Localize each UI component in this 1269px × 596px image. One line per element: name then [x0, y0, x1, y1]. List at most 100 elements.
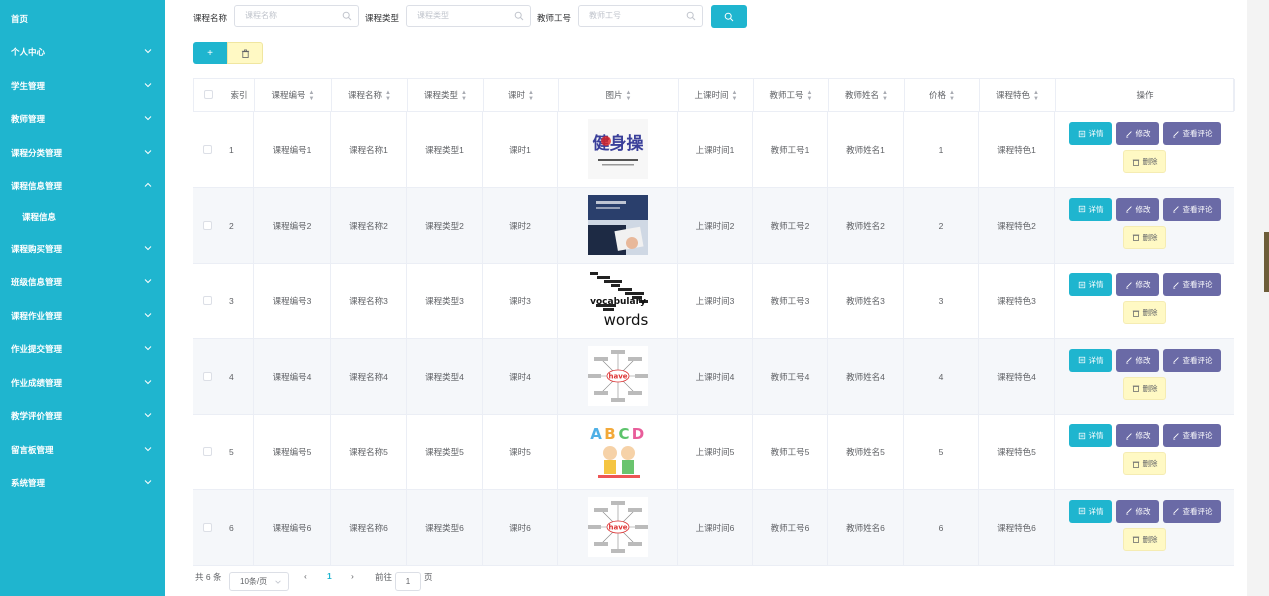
sort-icon[interactable]: ▲ ▼	[385, 90, 391, 102]
detail-button[interactable]: 详情	[1069, 424, 1112, 447]
detail-button-label: 详情	[1088, 204, 1104, 214]
sidebar-item[interactable]: 课程分类管理	[0, 136, 165, 169]
scrollbar[interactable]	[1247, 0, 1269, 596]
cell-code: 课程编号5	[254, 414, 331, 490]
column-header[interactable]: 上课时间 ▲ ▼	[679, 79, 754, 111]
column-header[interactable]: 课程编号 ▲ ▼	[255, 79, 332, 111]
view-comments-button-label: 查看评论	[1182, 355, 1213, 365]
course-type-label: 课程类型	[365, 13, 400, 23]
chevron-down-icon	[144, 312, 152, 317]
sidebar-item[interactable]: 教学评价管理	[0, 399, 165, 432]
cell-text: 3	[229, 296, 234, 306]
detail-button[interactable]: 详情	[1069, 348, 1112, 372]
edit-button[interactable]: 修改	[1116, 499, 1159, 523]
view-comments-button[interactable]: 查看评论	[1163, 348, 1221, 372]
detail-button-label: 详情	[1088, 129, 1104, 138]
detail-button[interactable]: 详情	[1069, 197, 1112, 221]
delete-button[interactable]: 删除	[1123, 150, 1166, 173]
detail-button[interactable]: 详情	[1069, 499, 1112, 523]
view-comments-button[interactable]: 查看评论	[1163, 499, 1221, 523]
edit-button-label: 修改	[1135, 129, 1151, 138]
column-header[interactable]: 课程名称 ▲ ▼	[332, 79, 408, 111]
course-image: have	[588, 345, 648, 406]
column-header[interactable]: 课程类型 ▲ ▼	[408, 79, 484, 111]
delete-button[interactable]: 删除	[1123, 376, 1166, 400]
mindmap-thumbnail: have	[588, 496, 648, 557]
sidebar-item[interactable]: 课程购买管理	[0, 232, 165, 265]
sidebar-item-label: 首页	[11, 13, 29, 24]
cell-type: 课程类型5	[407, 414, 483, 490]
sort-icon[interactable]: ▲ ▼	[309, 90, 315, 102]
goto-page-input[interactable]: 1	[395, 572, 421, 591]
cell-text: 课程类型2	[425, 220, 464, 231]
add-button[interactable]: +	[193, 42, 227, 64]
edit-button[interactable]: 修改	[1116, 122, 1159, 145]
sidebar-item[interactable]: 课程信息	[0, 200, 165, 233]
view-comments-button-label: 查看评论	[1182, 204, 1213, 214]
view-comments-button[interactable]: 查看评论	[1163, 424, 1221, 447]
sort-icon[interactable]: ▲ ▼	[882, 90, 888, 102]
scrollbar-thumb[interactable]	[1264, 232, 1269, 292]
sidebar-item[interactable]: 留言板管理	[0, 433, 165, 466]
sort-icon[interactable]: ▲ ▼	[626, 90, 632, 102]
delete-button[interactable]: 删除	[1123, 452, 1166, 475]
search-button[interactable]	[711, 5, 747, 28]
row-checkbox[interactable]	[203, 447, 212, 456]
sidebar-item[interactable]: 个人中心	[0, 35, 165, 68]
sidebar-item[interactable]: 班级信息管理	[0, 265, 165, 298]
column-header[interactable]: 课时 ▲ ▼	[484, 79, 559, 111]
sidebar-item[interactable]: 学生管理	[0, 69, 165, 102]
sidebar-item[interactable]: 系统管理	[0, 466, 165, 499]
page-size-select[interactable]: 10条/页	[229, 572, 289, 591]
teacher-no-input[interactable]: 教师工号	[578, 5, 703, 27]
cell-teacher-no: 教师工号4	[753, 338, 828, 415]
cell-hours: 课时2	[483, 187, 558, 264]
vocabulary-words-thumbnail: vocabulary words	[588, 270, 648, 330]
delete-button[interactable]: 删除	[1123, 225, 1166, 249]
row-checkbox[interactable]	[203, 220, 212, 230]
trash-icon	[1132, 233, 1140, 241]
row-checkbox[interactable]	[203, 371, 212, 381]
delete-button[interactable]: 删除	[1123, 301, 1166, 324]
view-comments-button[interactable]: 查看评论	[1163, 122, 1221, 145]
sidebar-item[interactable]: 首页	[0, 2, 165, 35]
sort-icon[interactable]: ▲ ▼	[807, 90, 813, 102]
edit-button[interactable]: 修改	[1116, 424, 1159, 447]
sidebar-item[interactable]: 作业成绩管理	[0, 366, 165, 399]
row-checkbox[interactable]	[203, 522, 212, 532]
view-comments-button[interactable]: 查看评论	[1163, 197, 1221, 221]
column-header[interactable]: 课程特色 ▲ ▼	[980, 79, 1056, 111]
sidebar-item[interactable]: 作业提交管理	[0, 332, 165, 365]
course-type-input[interactable]: 课程类型	[406, 5, 531, 27]
sort-icon[interactable]: ▲ ▼	[949, 90, 955, 102]
next-page-button[interactable]: ›	[351, 571, 354, 581]
batch-delete-button[interactable]	[227, 42, 263, 64]
sidebar-item[interactable]: 课程作业管理	[0, 299, 165, 332]
select-all-checkbox[interactable]	[204, 90, 213, 99]
column-header[interactable]: 价格 ▲ ▼	[905, 79, 980, 111]
page-number-current[interactable]: 1	[327, 571, 332, 581]
column-header[interactable]: 图片 ▲ ▼	[559, 79, 679, 111]
detail-button[interactable]: 详情	[1069, 122, 1112, 145]
row-checkbox[interactable]	[203, 145, 212, 154]
course-name-input[interactable]: 课程名称	[234, 5, 359, 27]
cell-name: 课程名称3	[331, 263, 407, 339]
delete-button[interactable]: 删除	[1123, 527, 1166, 551]
detail-button[interactable]: 详情	[1069, 273, 1112, 296]
column-header[interactable]: 教师姓名 ▲ ▼	[829, 79, 905, 111]
column-header[interactable]: 教师工号 ▲ ▼	[754, 79, 829, 111]
edit-button[interactable]: 修改	[1116, 197, 1159, 221]
row-checkbox[interactable]	[203, 296, 212, 305]
goto-page-value: 1	[405, 577, 411, 586]
edit-button[interactable]: 修改	[1116, 273, 1159, 296]
sort-icon[interactable]: ▲ ▼	[461, 90, 467, 102]
prev-page-button[interactable]: ‹	[304, 571, 307, 581]
sort-icon[interactable]: ▲ ▼	[1033, 90, 1039, 102]
sort-icon[interactable]: ▲ ▼	[732, 90, 738, 102]
cell-text: 上课时间5	[695, 447, 735, 457]
edit-button[interactable]: 修改	[1116, 348, 1159, 372]
sidebar-item[interactable]: 教师管理	[0, 102, 165, 135]
sidebar-item[interactable]: 课程信息管理	[0, 169, 165, 202]
sort-icon[interactable]: ▲ ▼	[528, 90, 534, 102]
view-comments-button[interactable]: 查看评论	[1163, 273, 1221, 296]
